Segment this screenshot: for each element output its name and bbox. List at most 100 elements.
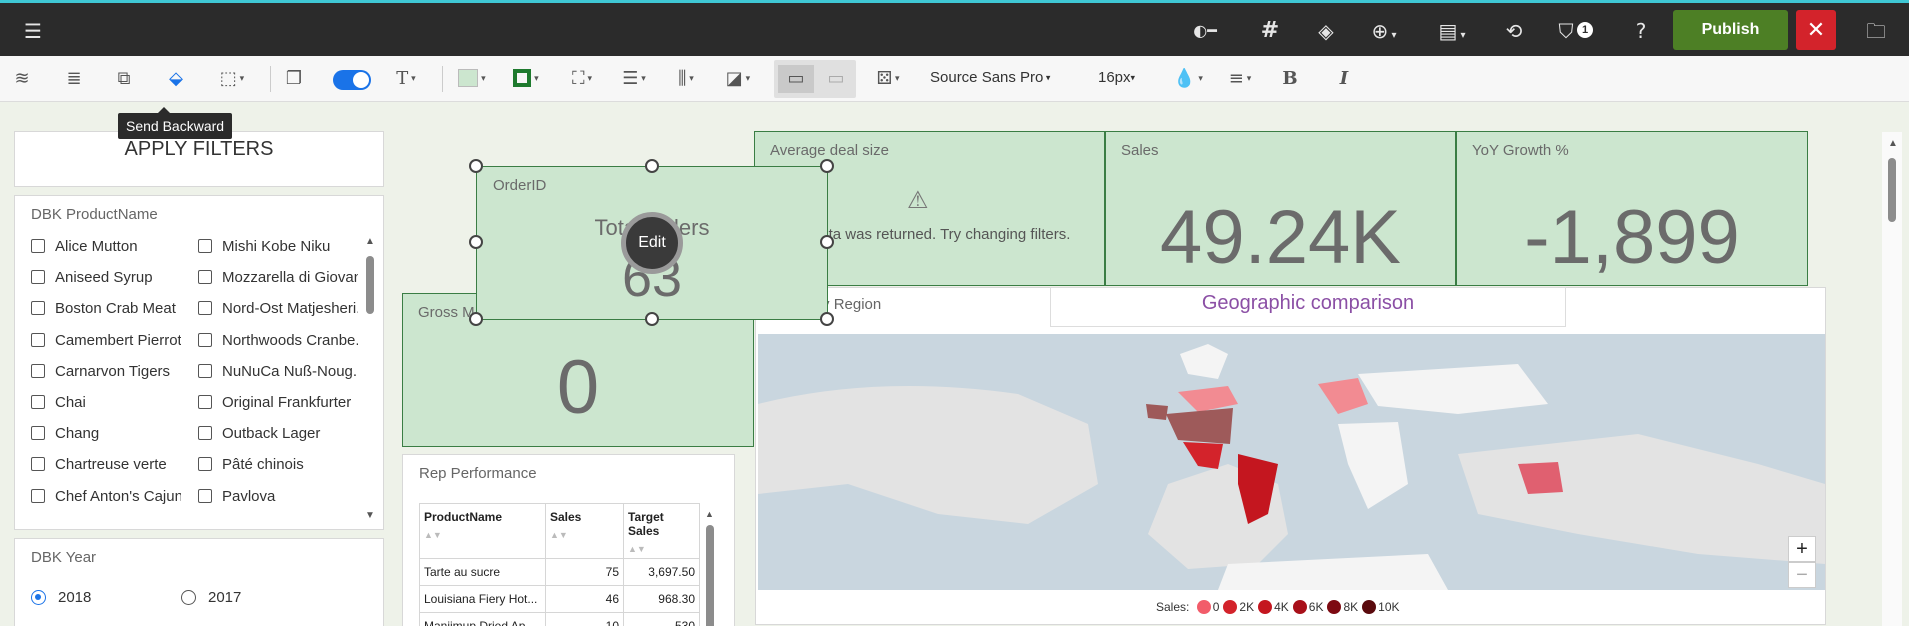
- align-icon[interactable]: ≡ ▾: [1220, 65, 1260, 93]
- layers-icon[interactable]: ≋: [8, 65, 36, 93]
- product-checkbox-label: Chai: [55, 394, 86, 411]
- font-family-select[interactable]: Source Sans Pro ▾: [930, 69, 1050, 86]
- product-checkbox[interactable]: NuNuCa Nuß-Noug...: [198, 363, 358, 380]
- bold-button[interactable]: B: [1276, 65, 1304, 93]
- bring-forward-icon[interactable]: ⧉: [110, 65, 138, 93]
- product-checkbox[interactable]: Alice Mutton: [31, 238, 181, 255]
- zoom-in-button[interactable]: +: [1788, 536, 1816, 562]
- product-checkbox-label: Boston Crab Meat: [55, 300, 176, 318]
- product-checkbox[interactable]: Camembert Pierrot: [31, 332, 181, 349]
- resize-handle-bl[interactable]: [469, 312, 483, 326]
- apply-filters-button[interactable]: APPLY FILTERS: [14, 131, 384, 187]
- toggle-switch[interactable]: [333, 70, 371, 90]
- sales-by-region-map[interactable]: Sales by Region + −: [755, 287, 1826, 625]
- zoom-out-button[interactable]: −: [1788, 562, 1816, 588]
- world-map[interactable]: [758, 334, 1825, 590]
- diamond-icon[interactable]: ◈: [1312, 17, 1340, 45]
- border-color-picker[interactable]: ▾: [506, 65, 546, 93]
- product-checkbox[interactable]: Pavlova: [198, 488, 358, 505]
- border-style-icon[interactable]: ⛶ ▾: [562, 65, 602, 93]
- fill-color-picker[interactable]: ▾: [452, 65, 492, 93]
- product-scrollbar[interactable]: [366, 256, 374, 314]
- product-checkbox[interactable]: Original Frankfurter: [198, 394, 358, 411]
- product-checkbox[interactable]: Northwoods Cranbe...: [198, 332, 358, 349]
- edit-button[interactable]: Edit: [621, 212, 683, 274]
- arrange-icon[interactable]: ⚄ ▾: [868, 65, 908, 93]
- text-style-icon[interactable]: T ▾: [386, 65, 426, 93]
- italic-button[interactable]: I: [1330, 65, 1358, 93]
- hash-icon[interactable]: #: [1256, 17, 1284, 45]
- product-checkbox[interactable]: Mozzarella di Giovan: [198, 269, 358, 286]
- warning-icon: ⚠: [907, 186, 929, 214]
- page-scrollbar-track: ▲: [1882, 132, 1902, 626]
- close-icon[interactable]: ✕: [1796, 10, 1836, 50]
- product-checkbox[interactable]: Chai: [31, 394, 181, 411]
- resize-handle-br[interactable]: [820, 312, 834, 326]
- resize-handle-mr[interactable]: [820, 235, 834, 249]
- toolbar-divider: [442, 66, 443, 92]
- yoy-growth-kpi[interactable]: YoY Growth % -1,899: [1456, 131, 1808, 286]
- add-icon[interactable]: ⊕ ▾: [1364, 17, 1404, 45]
- table-scrollbar[interactable]: [706, 525, 714, 626]
- product-filter-panel: DBK ProductName Alice Mutton Aniseed Syru…: [14, 195, 384, 530]
- scroll-down-icon[interactable]: ▼: [365, 510, 375, 521]
- product-checkbox[interactable]: Boston Crab Meat: [31, 300, 181, 317]
- font-size-select[interactable]: 16px▾: [1098, 69, 1135, 86]
- legend-dot: [1196, 600, 1211, 614]
- header-productname[interactable]: ProductName ▲▼: [419, 503, 546, 559]
- spacing-icon[interactable]: ⫼ ▾: [666, 65, 706, 93]
- slider-icon[interactable]: ◐━: [1180, 17, 1230, 45]
- sheet-icon[interactable]: ▤ ▾: [1432, 17, 1472, 45]
- page-scroll-up-icon[interactable]: ▲: [1888, 138, 1898, 149]
- folder-icon[interactable]: 🗀: [1862, 17, 1890, 45]
- sales-label: Sales: [1121, 142, 1159, 159]
- history-icon[interactable]: ⟲: [1500, 17, 1528, 45]
- product-checkbox[interactable]: Mishi Kobe Niku: [198, 238, 358, 255]
- duplicate-icon[interactable]: ❐: [280, 65, 308, 93]
- product-checkbox-label: Mozzarella di Giovan: [222, 269, 358, 287]
- product-checkbox[interactable]: Chartreuse verte: [31, 456, 181, 473]
- product-checkbox[interactable]: Pâté chinois: [198, 456, 358, 473]
- resize-handle-bc[interactable]: [645, 312, 659, 326]
- publish-button[interactable]: Publish: [1673, 10, 1788, 50]
- legend-dot: [1258, 600, 1273, 614]
- resize-handle-tr[interactable]: [820, 159, 834, 173]
- send-to-back-icon[interactable]: ⬚ ▾: [214, 65, 250, 93]
- product-checkbox[interactable]: Nord-Ost Matjesheri...: [198, 300, 358, 317]
- line-weight-icon[interactable]: ☰ ▾: [614, 65, 654, 93]
- table-row[interactable]: Tarte au sucre 75 3,697.50: [419, 558, 700, 586]
- year-radio-2017[interactable]: 2017: [181, 589, 241, 606]
- geographic-comparison-title[interactable]: Geographic comparison: [1050, 287, 1566, 327]
- resize-handle-tc[interactable]: [645, 159, 659, 173]
- sales-kpi[interactable]: Sales 49.24K: [1105, 131, 1456, 286]
- product-checkbox[interactable]: Aniseed Syrup: [31, 269, 181, 286]
- avg-deal-size-label: Average deal size: [770, 142, 889, 159]
- table-scroll-up-icon[interactable]: ▲: [705, 509, 714, 519]
- page-scrollbar[interactable]: [1888, 158, 1896, 222]
- bring-to-front-icon[interactable]: ≣: [60, 65, 88, 93]
- product-checkbox[interactable]: Carnarvon Tigers: [31, 363, 181, 380]
- product-checkbox-label: Aniseed Syrup: [55, 269, 153, 287]
- shadow-icon[interactable]: ◪ ▾: [718, 65, 758, 93]
- filter-icon[interactable]: ⛉: [1552, 17, 1580, 45]
- resize-handle-tl[interactable]: [469, 159, 483, 173]
- help-icon[interactable]: ?: [1627, 17, 1655, 45]
- product-checkbox[interactable]: Outback Lager: [198, 425, 358, 442]
- year-filter-title: DBK Year: [31, 549, 97, 566]
- resize-handle-ml[interactable]: [469, 235, 483, 249]
- menu-icon[interactable]: ☰: [19, 17, 47, 45]
- send-backward-icon[interactable]: ⬙: [162, 65, 190, 93]
- legend-dot: [1292, 600, 1307, 614]
- header-target-sales[interactable]: Target Sales ▲▼: [623, 503, 700, 559]
- layout-fixed-icon[interactable]: ▭: [778, 65, 814, 93]
- scroll-up-icon[interactable]: ▲: [365, 236, 375, 247]
- product-checkbox[interactable]: Chang: [31, 425, 181, 442]
- year-radio-2018[interactable]: 2018: [31, 589, 91, 606]
- product-checkbox[interactable]: Chef Anton's Cajun ...: [31, 488, 181, 505]
- table-row[interactable]: Louisiana Fiery Hot... 46 968.30: [419, 585, 700, 613]
- header-sales[interactable]: Sales ▲▼: [545, 503, 624, 559]
- table-row[interactable]: Manjimup Dried Ap... 10 530: [419, 612, 700, 626]
- text-color-icon[interactable]: 💧 ▾: [1170, 65, 1206, 93]
- product-checkbox-label: Pâté chinois: [222, 456, 304, 474]
- layout-flow-icon[interactable]: ▭: [818, 65, 854, 93]
